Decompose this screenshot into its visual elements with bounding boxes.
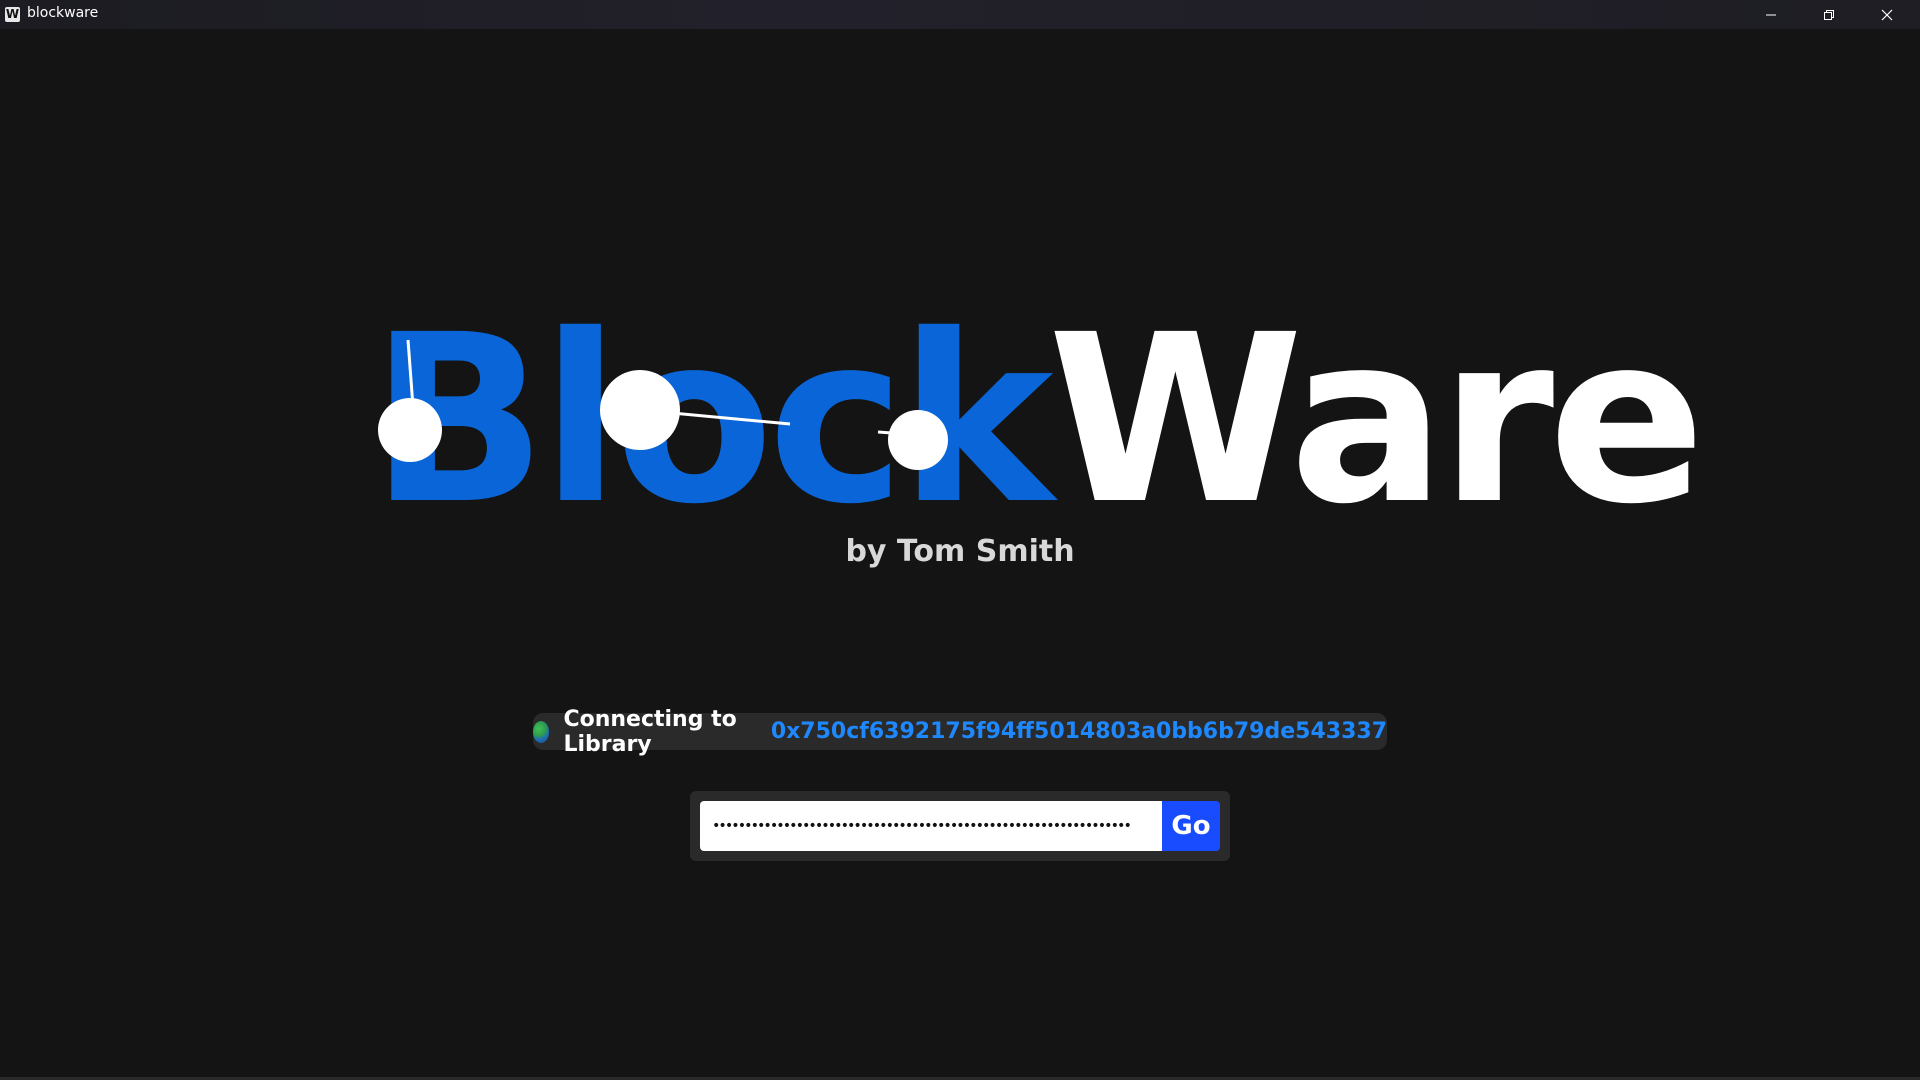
library-status: Connecting to Library 0x750cf6392175f94f… xyxy=(533,707,1387,757)
restore-button[interactable] xyxy=(1800,0,1858,29)
title-bar: W blockware xyxy=(0,0,1920,29)
login-form: ••••••••••••••••••••••••••••••••••••••••… xyxy=(690,791,1230,861)
close-button[interactable] xyxy=(1858,0,1916,29)
restore-icon xyxy=(1824,9,1834,20)
window-title: blockware xyxy=(27,5,99,21)
go-button[interactable]: Go xyxy=(1162,801,1220,851)
minimize-icon xyxy=(1766,14,1776,15)
password-input[interactable]: ••••••••••••••••••••••••••••••••••••••••… xyxy=(700,801,1162,851)
library-address-link[interactable]: 0x750cf6392175f94ff5014803a0bb6b79de5433… xyxy=(771,719,1387,744)
globe-icon xyxy=(533,720,550,743)
logo-crack-overlay xyxy=(378,339,948,470)
close-icon xyxy=(1881,9,1893,20)
blockware-logo: BlockWare xyxy=(370,300,1706,540)
author-subtitle: by Tom Smith xyxy=(845,534,1075,569)
minimize-button[interactable] xyxy=(1742,0,1800,29)
logo-ware-text: Ware xyxy=(1047,285,1706,555)
app-icon: W xyxy=(5,7,20,22)
status-label: Connecting to Library xyxy=(563,706,737,757)
